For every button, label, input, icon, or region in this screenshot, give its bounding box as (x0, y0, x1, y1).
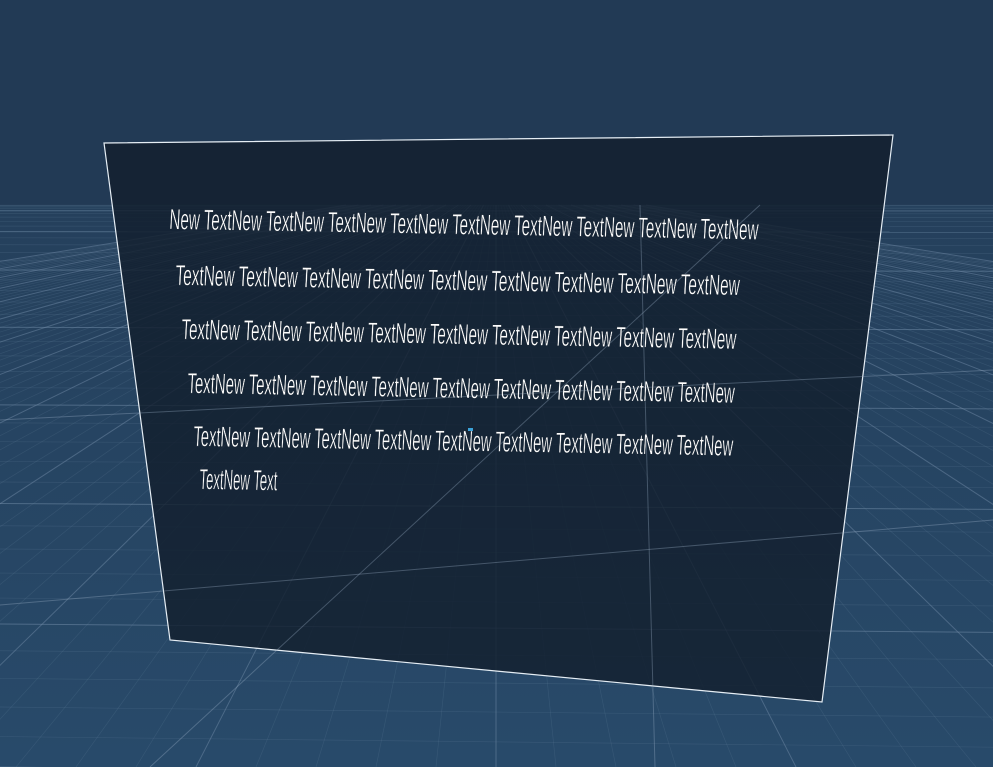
scene-canvas[interactable]: New TextNew TextNew TextNew TextNew Text… (0, 0, 993, 767)
3d-viewport[interactable]: New TextNew TextNew TextNew TextNew Text… (0, 0, 993, 767)
text-caret (468, 428, 473, 431)
text-line-6: TextNew Text (199, 463, 279, 497)
